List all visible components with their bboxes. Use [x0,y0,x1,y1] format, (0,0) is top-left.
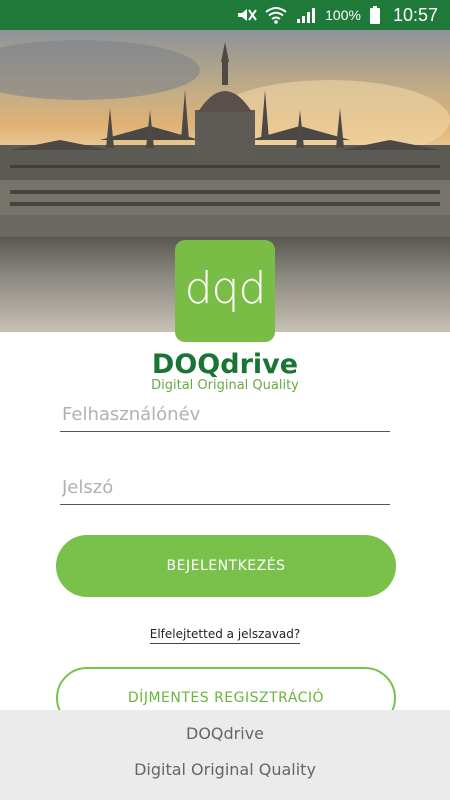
password-input[interactable] [60,471,390,504]
brand-name: DOQdrive [151,349,299,380]
password-field-container [60,471,390,505]
footer-tagline: Digital Original Quality [134,760,316,779]
brand-tagline: Digital Original Quality [151,378,299,393]
status-time: 10:57 [392,4,438,25]
battery-percent: 100% [325,7,361,23]
login-button[interactable]: BEJELENTKEZÉS [56,535,396,597]
bottom-info-panel: DOQdrive Digital Original Quality [0,710,450,800]
app-logo: dqd [175,240,275,342]
mute-icon [235,6,257,24]
forgot-password-container: Elfelejtetted a jelszavad? [0,623,450,644]
login-screen: 100% 10:57 dqd DOQdrive Digital Original… [0,0,450,800]
battery-icon [369,6,381,24]
logo-mark: dqd [184,262,267,314]
username-field-container [60,398,390,432]
wifi-icon [265,6,287,24]
signal-icon [295,6,317,24]
username-input[interactable] [60,398,390,431]
status-bar: 100% 10:57 [0,0,450,30]
forgot-password-link[interactable]: Elfelejtetted a jelszavad? [149,627,301,644]
footer-app-name: DOQdrive [186,724,264,743]
